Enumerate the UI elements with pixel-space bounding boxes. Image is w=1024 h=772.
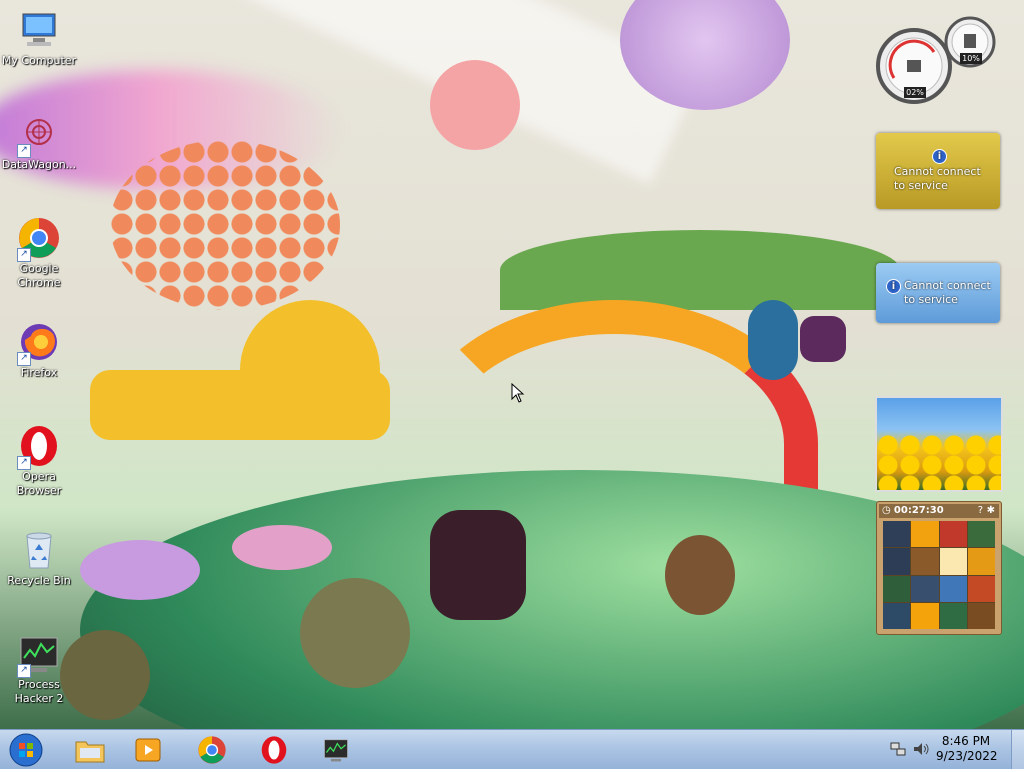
taskbar-explorer-button[interactable] xyxy=(62,732,118,768)
puzzle-tile[interactable] xyxy=(911,548,939,575)
puzzle-tile[interactable] xyxy=(967,575,995,602)
desktop-icon-datawagon[interactable]: ↗ DataWagon... xyxy=(0,112,78,172)
datawagon-icon: ↗ xyxy=(17,112,61,158)
tulips-photo xyxy=(877,434,1001,490)
memory-usage-readout: 10% xyxy=(960,53,982,64)
weather-error-message: Cannot connect to service xyxy=(904,279,991,306)
taskbar-media-player-button[interactable] xyxy=(120,732,176,768)
wallpaper-brown-bunny xyxy=(665,535,735,615)
wallpaper-green-hills xyxy=(500,230,900,310)
info-icon: i xyxy=(886,279,901,294)
puzzle-tile[interactable] xyxy=(883,575,911,602)
taskbar-chrome-button[interactable] xyxy=(184,732,240,768)
desktop-icon-google-chrome[interactable]: ↗ Google Chrome xyxy=(0,216,78,290)
slideshow-gadget[interactable] xyxy=(875,396,1003,492)
opera-icon: ↗ xyxy=(17,424,61,470)
taskbar-opera-button[interactable] xyxy=(246,732,302,768)
puzzle-tile[interactable] xyxy=(911,575,939,602)
opera-icon xyxy=(261,736,287,764)
volume-icon[interactable] xyxy=(912,741,930,757)
recycle-bin-icon xyxy=(17,528,61,572)
clock-icon: ◷ xyxy=(882,505,891,516)
puzzle-tile[interactable] xyxy=(967,548,995,575)
network-icon[interactable] xyxy=(890,741,906,757)
desktop-icon-label: Firefox xyxy=(20,366,58,379)
puzzle-tile[interactable] xyxy=(939,548,967,575)
computer-icon xyxy=(17,8,61,52)
desktop[interactable]: My Computer ↗ DataWagon... ↗ Google Chro… xyxy=(0,0,1024,729)
desktop-icon-my-computer[interactable]: My Computer xyxy=(0,8,78,68)
wallpaper-pink-cake-2 xyxy=(232,525,332,570)
puzzle-tile[interactable] xyxy=(911,602,939,629)
wallpaper-blobs-blue xyxy=(748,300,798,380)
puzzle-tile[interactable] xyxy=(911,521,939,548)
puzzle-timer: 00:27:30 xyxy=(893,505,944,516)
puzzle-tile[interactable] xyxy=(883,521,911,548)
wallpaper-pink-blob xyxy=(430,60,520,150)
desktop-icon-recycle-bin[interactable]: Recycle Bin xyxy=(0,528,78,588)
start-button[interactable] xyxy=(8,732,44,768)
puzzle-tile[interactable] xyxy=(939,575,967,602)
desktop-icon-label: Recycle Bin xyxy=(7,574,71,587)
cpu-usage-readout: 02% xyxy=(904,87,926,98)
desktop-icon-label: My Computer xyxy=(1,54,77,67)
desktop-icon-label: DataWagon... xyxy=(1,158,77,171)
firefox-icon: ↗ xyxy=(17,320,61,366)
desktop-icon-label: Process Hacker 2 xyxy=(14,678,64,705)
media-player-icon xyxy=(135,738,161,762)
mouse-cursor-icon xyxy=(511,382,525,407)
desktop-icon-opera[interactable]: ↗ Opera Browser xyxy=(0,424,78,498)
cpu-meter-gadget[interactable]: 02% 10% xyxy=(874,16,1000,104)
shortcut-arrow-icon: ↗ xyxy=(17,144,31,158)
shortcut-arrow-icon: ↗ xyxy=(17,456,31,470)
help-icon[interactable]: ? xyxy=(978,504,983,518)
weather-gadget-2[interactable]: i Cannot connect to service xyxy=(876,263,1000,323)
folder-icon xyxy=(75,741,105,763)
puzzle-tile[interactable] xyxy=(939,521,967,548)
desktop-icon-label: Opera Browser xyxy=(16,470,62,497)
desktop-icon-process-hacker[interactable]: ↗ Process Hacker 2 xyxy=(0,632,78,706)
system-clock[interactable]: 8:46 PM 9/23/2022 xyxy=(936,734,998,764)
puzzle-grid[interactable] xyxy=(883,521,995,629)
weather-gadget-1[interactable]: i Cannot connect to service xyxy=(876,133,1000,209)
process-hacker-icon xyxy=(324,739,348,762)
puzzle-tile[interactable] xyxy=(883,548,911,575)
reset-icon[interactable]: ✱ xyxy=(987,504,995,518)
shortcut-arrow-icon: ↗ xyxy=(17,664,31,678)
puzzle-header: ◷ 00:27:30 ? ✱ xyxy=(879,504,999,518)
info-icon: i xyxy=(932,149,947,164)
puzzle-tile[interactable] xyxy=(967,602,995,629)
clock-time: 8:46 PM xyxy=(941,734,991,748)
wallpaper-pink-cake-1 xyxy=(80,540,200,600)
taskbar: 8:46 PM 9/23/2022 xyxy=(0,729,1024,769)
desktop-icon-firefox[interactable]: ↗ Firefox xyxy=(0,320,78,380)
wallpaper-yellow-band xyxy=(90,370,390,440)
puzzle-tile[interactable] xyxy=(883,602,911,629)
chrome-icon: ↗ xyxy=(17,216,61,262)
wallpaper-olive-balls xyxy=(300,578,410,688)
process-hacker-icon: ↗ xyxy=(17,632,61,678)
shortcut-arrow-icon: ↗ xyxy=(17,248,31,262)
windows-logo-icon xyxy=(9,733,43,767)
wallpaper-blobs-purple xyxy=(800,316,846,362)
show-desktop-button[interactable] xyxy=(1011,730,1024,769)
weather-error-message: Cannot connect to service xyxy=(894,165,981,192)
wallpaper-dark-creature xyxy=(430,510,526,620)
desktop-icon-label: Google Chrome xyxy=(17,262,61,289)
clock-date: 9/23/2022 xyxy=(936,749,998,763)
picture-puzzle-gadget[interactable]: ◷ 00:27:30 ? ✱ xyxy=(876,501,1002,635)
chrome-icon xyxy=(198,736,226,764)
puzzle-tile[interactable] xyxy=(939,602,967,629)
wallpaper-orange-dots xyxy=(110,140,340,310)
taskbar-process-hacker-button[interactable] xyxy=(308,732,364,768)
puzzle-tile[interactable] xyxy=(967,521,995,548)
shortcut-arrow-icon: ↗ xyxy=(17,352,31,366)
